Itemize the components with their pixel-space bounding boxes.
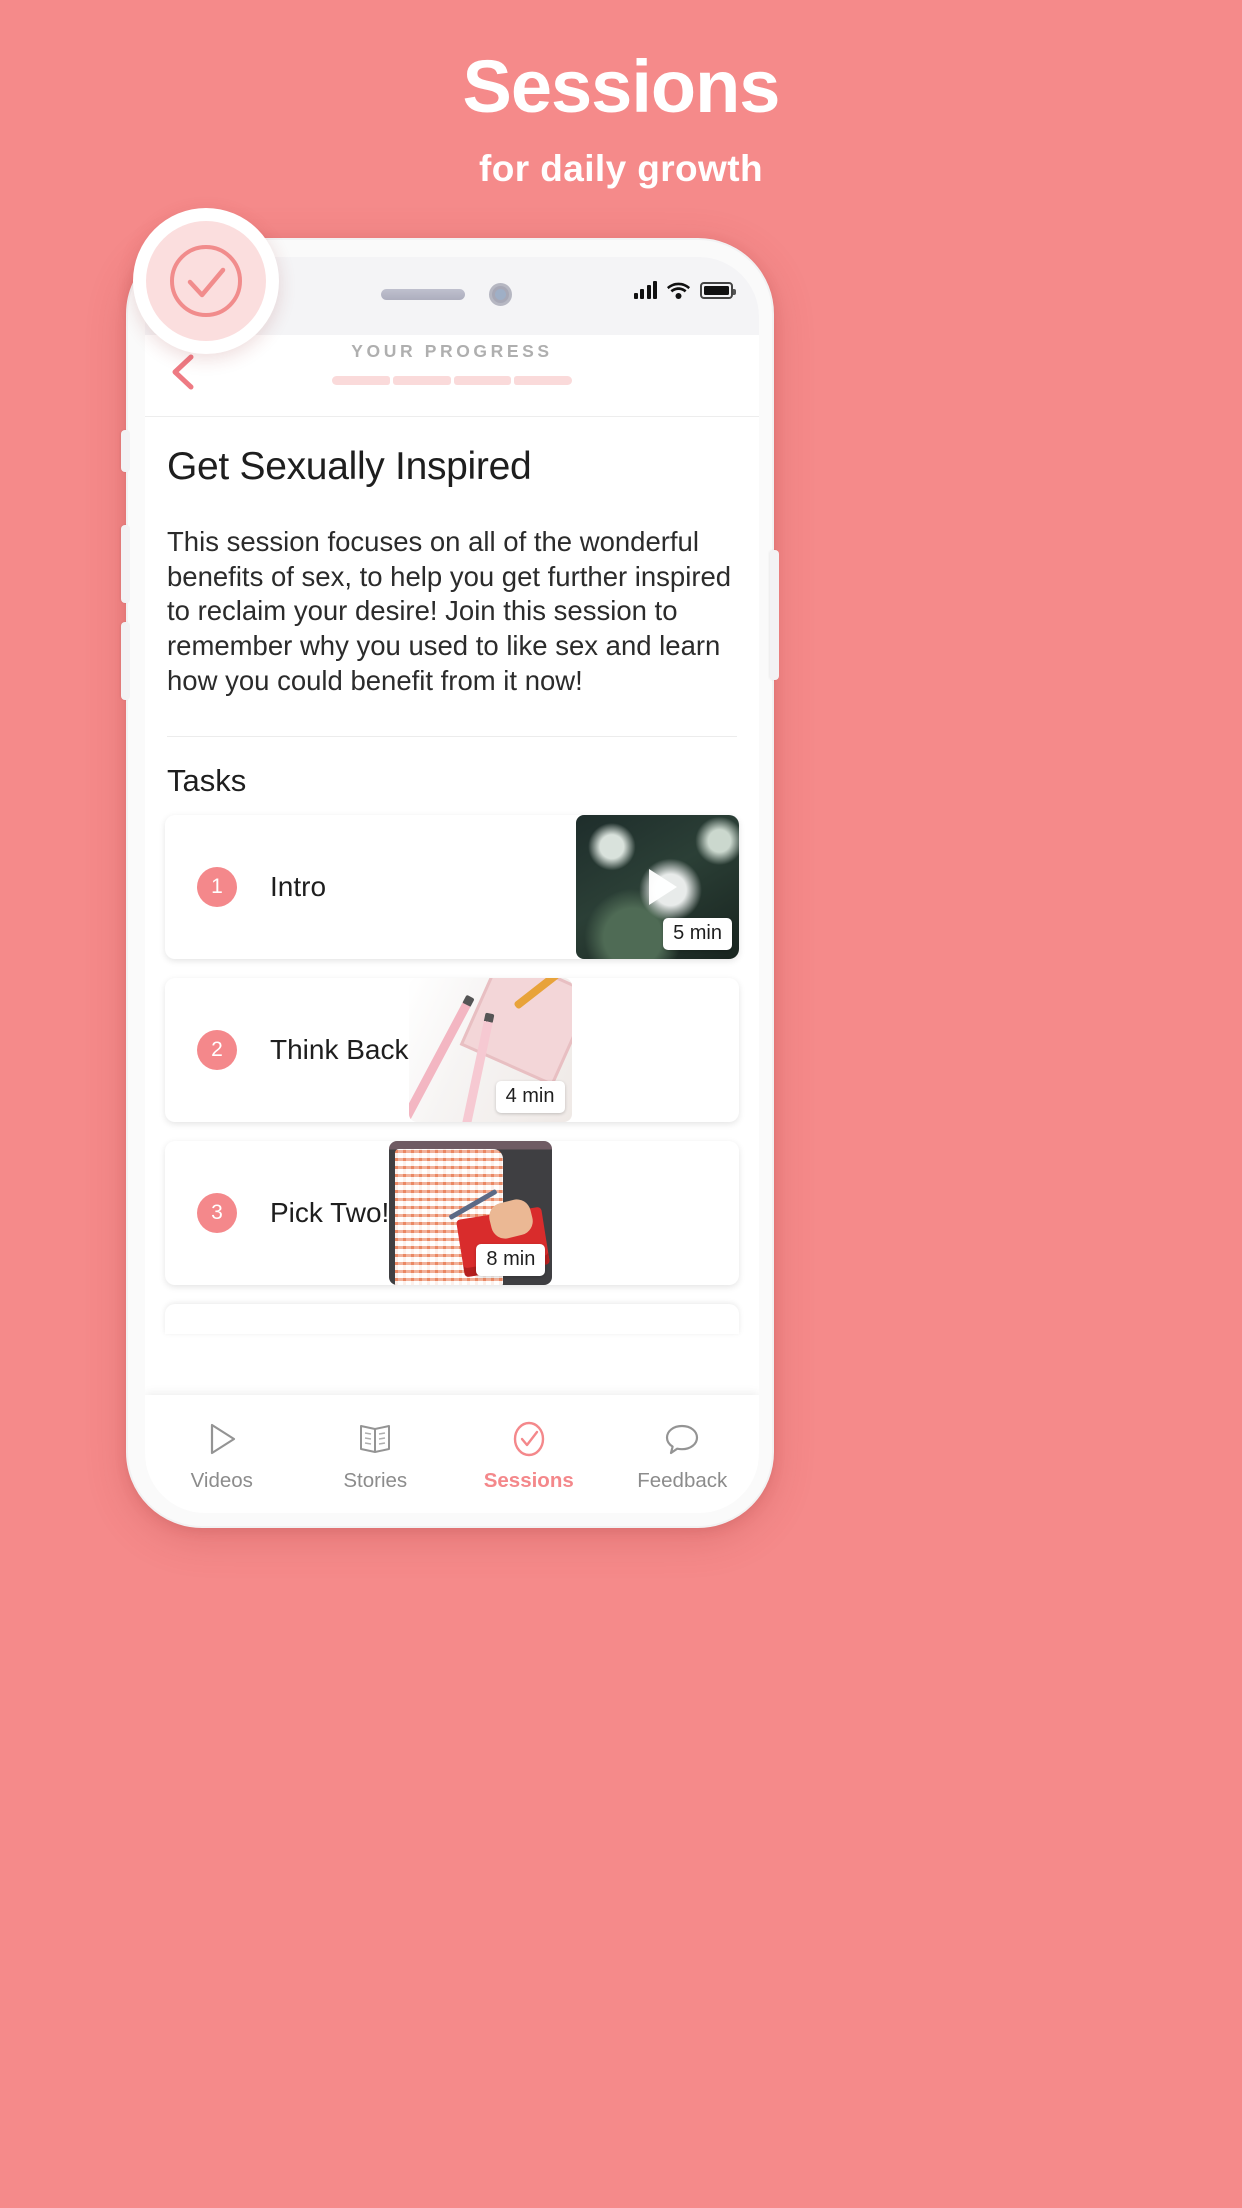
page-subtitle: for daily growth [479,147,763,189]
task-thumbnail[interactable]: 4 min [408,978,572,1123]
phone-screen: YOUR PROGRESS Get Sexually Inspired This… [145,257,759,1513]
duration-badge: 8 min [476,1244,546,1277]
completion-badge [133,208,279,354]
task-label: Think Back [270,1034,409,1066]
phone-mockup: YOUR PROGRESS Get Sexually Inspired This… [121,238,779,1528]
duration-badge: 5 min [663,918,732,951]
progress-segment [392,376,451,385]
pencil-decor [456,1012,494,1123]
cellular-signal-icon [633,281,657,299]
mute-switch[interactable] [121,430,130,472]
progress-label: YOUR PROGRESS [351,341,553,361]
task-row[interactable]: 1 Intro 5 min [165,815,739,960]
battery-full-icon [700,282,736,299]
task-row[interactable]: 2 Think Back 4 min [165,978,739,1123]
tab-label: Feedback [637,1469,728,1492]
page-title: Sessions [462,45,781,128]
session-content: Get Sexually Inspired This session focus… [145,417,759,1439]
task-label: Intro [270,871,327,903]
progress-header: YOUR PROGRESS [145,335,759,417]
task-number-badge: 3 [197,1193,237,1234]
task-thumbnail[interactable]: 8 min [389,1141,553,1286]
tab-label: Stories [343,1469,408,1492]
promo-header: Sessions for daily growth [0,0,1242,190]
open-book-icon [357,1419,393,1459]
task-label: Pick Two! [270,1197,390,1229]
power-button[interactable] [770,550,779,680]
tab-label: Videos [190,1469,253,1492]
tab-videos[interactable]: Videos [145,1395,299,1513]
speech-bubble-icon [664,1419,700,1459]
tab-feedback[interactable]: Feedback [606,1395,760,1513]
bottom-tab-bar: Videos Stories Sessions Feedback [145,1395,759,1513]
play-outline-icon [205,1419,239,1459]
session-title: Get Sexually Inspired [167,445,532,488]
play-icon[interactable] [648,869,677,906]
check-circle-icon [170,245,242,317]
status-icons [633,281,736,299]
chevron-left-icon[interactable] [165,349,205,395]
volume-up-button[interactable] [121,525,130,603]
tab-stories[interactable]: Stories [299,1395,453,1513]
check-circle-icon [511,1419,547,1459]
tab-sessions[interactable]: Sessions [452,1395,606,1513]
progress-segment [514,376,572,385]
tab-label: Sessions [483,1469,574,1492]
duration-badge: 4 min [495,1081,565,1114]
front-camera [489,283,512,306]
progress-segment [453,376,512,385]
task-number-badge: 1 [197,867,237,908]
tasks-heading: Tasks [167,763,247,799]
progress-segment [332,376,390,385]
wifi-icon [667,281,690,299]
clip-decor [512,978,561,1010]
volume-down-button[interactable] [121,622,130,700]
task-list: 1 Intro 5 min 2 Think Back 4 min 3 Pick … [145,815,759,1335]
session-description: This session focuses on all of the wonde… [167,526,732,696]
earpiece-speaker [381,289,465,300]
session-header: Get Sexually Inspired This session focus… [145,417,759,738]
progress-indicator: YOUR PROGRESS [287,341,617,385]
task-number-badge: 2 [197,1030,237,1071]
section-divider [167,736,737,738]
notch [301,257,603,319]
completion-badge-inner [146,221,266,341]
phone-body: YOUR PROGRESS Get Sexually Inspired This… [121,238,779,1528]
task-row[interactable]: 3 Pick Two! 8 min [165,1141,739,1286]
task-thumbnail[interactable]: 5 min [576,815,739,960]
task-row-partial[interactable] [165,1304,739,1335]
progress-track [332,376,572,385]
